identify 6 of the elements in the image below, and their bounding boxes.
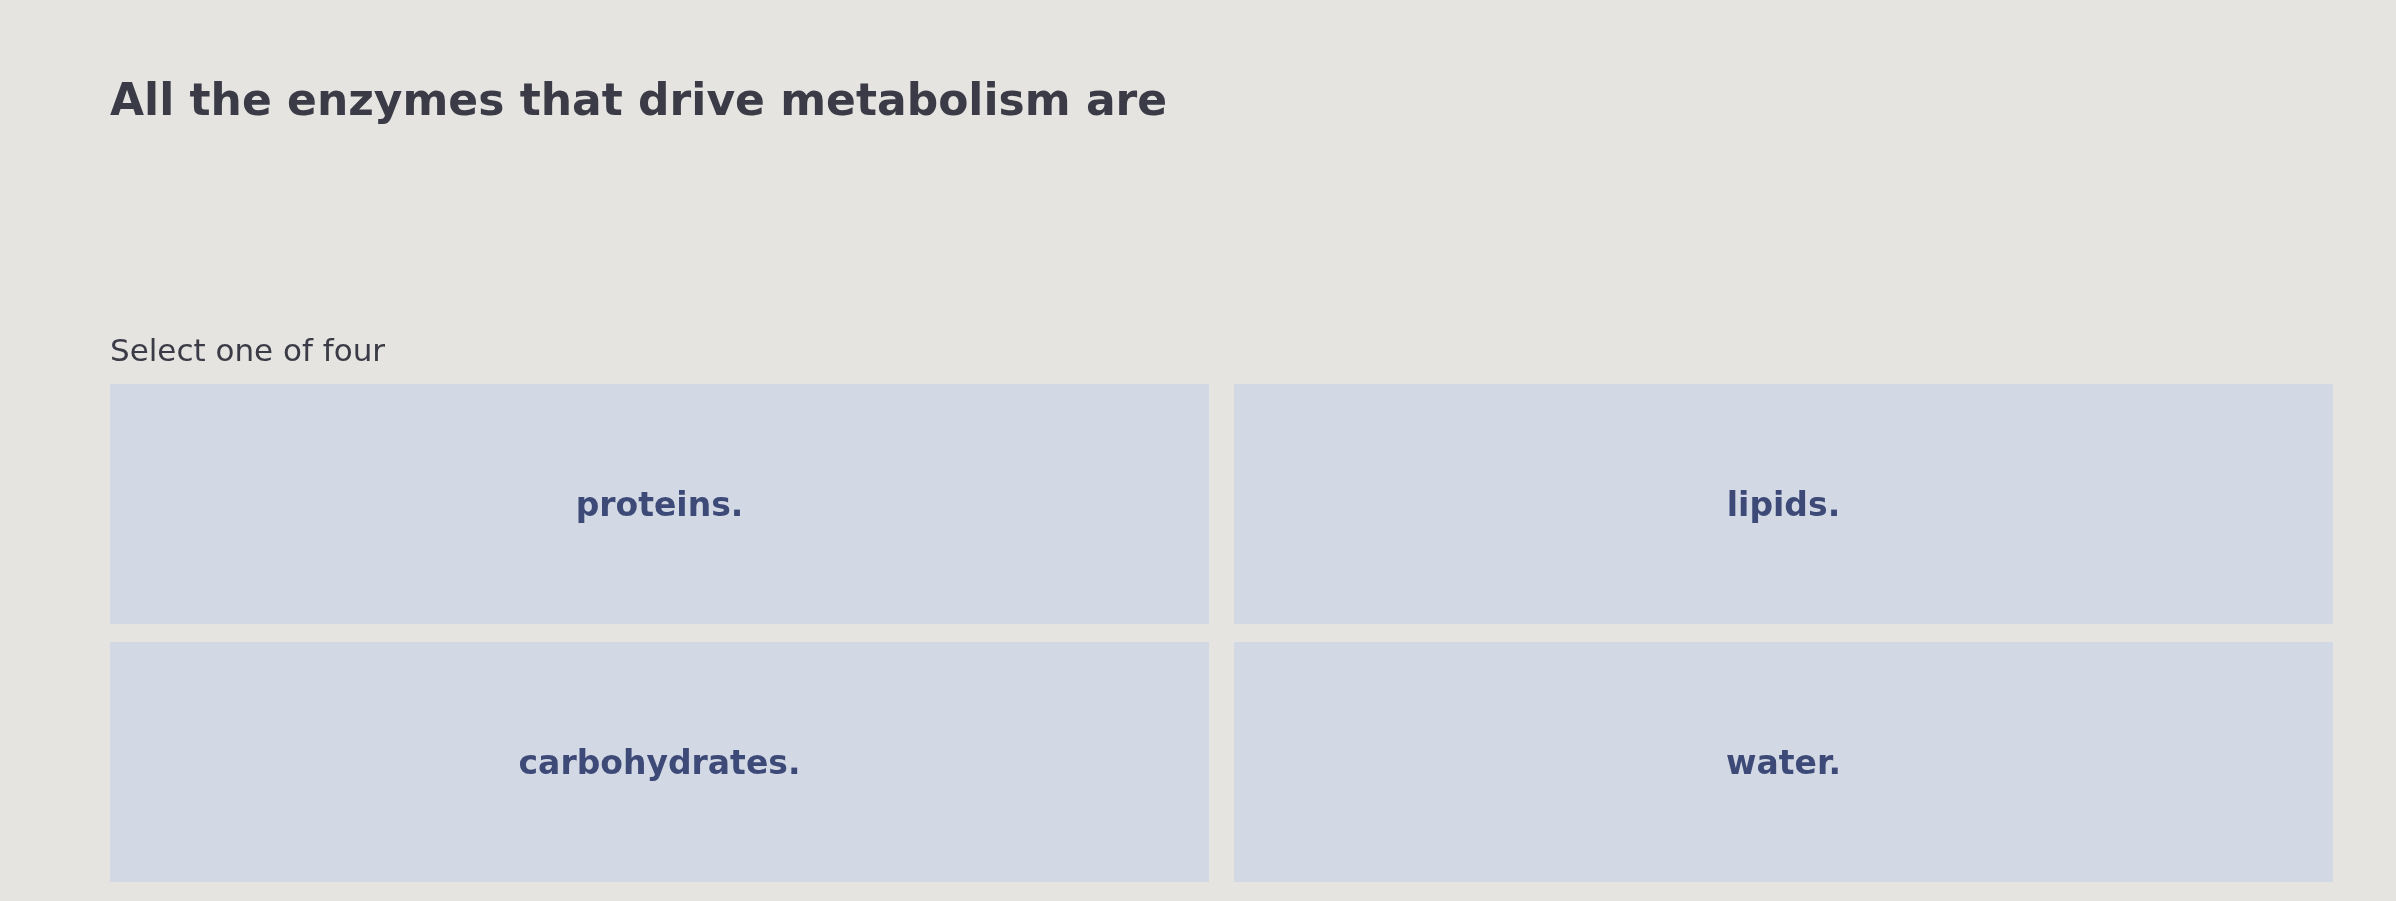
answer-option[interactable]: proteins. (110, 384, 1209, 624)
answer-option[interactable]: water. (1234, 642, 2333, 882)
question-text: All the enzymes that drive metabolism are (110, 73, 1168, 127)
instruction-text: Select one of four (110, 331, 386, 370)
answer-option[interactable]: lipids. (1234, 384, 2333, 624)
answer-option[interactable]: carbohydrates. (110, 642, 1209, 882)
